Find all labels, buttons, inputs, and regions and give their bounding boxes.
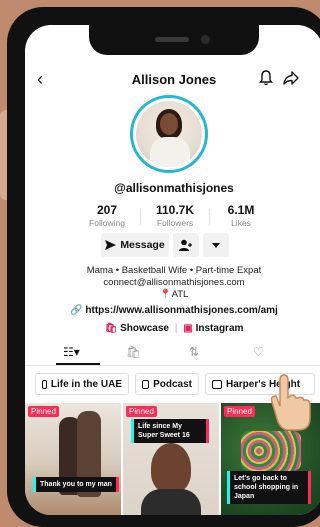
profile-header: ‹ Allison Jones xyxy=(25,69,320,93)
speaker-grille xyxy=(155,37,189,42)
playlist-icon xyxy=(212,379,222,389)
stat-likes[interactable]: 6.1M Likes xyxy=(211,203,271,228)
front-camera xyxy=(201,35,210,44)
stat-following-label: Following xyxy=(89,218,125,228)
liked-heart-icon[interactable]: ♡ xyxy=(253,345,264,359)
pinned-badge: Pinned xyxy=(126,406,157,417)
phone-frame: ‹ Allison Jones @allisonmathisjones 207 … xyxy=(7,7,320,527)
follow-person-button[interactable] xyxy=(173,233,199,257)
thumbnail-pattern xyxy=(241,431,301,471)
bio-location: 📍ATL xyxy=(25,289,320,301)
stat-following[interactable]: 207 Following xyxy=(77,203,137,228)
profile-actions: Message xyxy=(25,233,320,259)
thumbnail-figure xyxy=(151,443,191,493)
avatar-face xyxy=(160,113,178,135)
social-links: 🛍 Showcase | ▣ Instagram xyxy=(25,323,320,334)
stat-likes-value: 6.1M xyxy=(227,203,255,217)
profile-link[interactable]: 🔗 https://www.allisonmathisjones.com/amj xyxy=(25,305,320,316)
message-button-label: Message xyxy=(120,239,165,251)
video-thumbnail[interactable]: Pinned Life since My Super Sweet 16 xyxy=(123,403,219,515)
send-icon xyxy=(105,240,117,250)
social-divider: | xyxy=(174,323,178,334)
shop-bag-icon[interactable]: 🛍 xyxy=(126,345,141,359)
shopping-bag-icon: 🛍 xyxy=(104,323,118,334)
stat-divider xyxy=(140,209,141,225)
profile-bio: Mama • Basketball Wife • Part-time Expat… xyxy=(25,265,320,301)
profile-link-text: https://www.allisonmathisjones.com/amj xyxy=(85,305,278,316)
avatar-body xyxy=(150,137,190,167)
stat-followers[interactable]: 110.7K Followers xyxy=(145,203,205,228)
videos-grid-icon[interactable]: ☷▾ xyxy=(63,345,80,359)
avatar-photo xyxy=(136,101,202,167)
playlist-chip[interactable]: Life in the UAE xyxy=(35,373,129,395)
phone-screen: ‹ Allison Jones @allisonmathisjones 207 … xyxy=(25,25,320,515)
instagram-icon: ▣ xyxy=(183,323,193,334)
bio-line: Mama • Basketball Wife • Part-time Expat xyxy=(86,265,262,276)
repost-icon[interactable]: ⇅ xyxy=(189,345,199,359)
caret-down-icon xyxy=(212,242,220,248)
more-options-button[interactable] xyxy=(203,233,229,257)
pinned-badge: Pinned xyxy=(224,406,255,417)
hand-pointer-icon xyxy=(268,372,312,437)
stat-likes-label: Likes xyxy=(231,218,251,228)
showcase-link[interactable]: Showcase xyxy=(120,323,169,334)
link-icon: 🔗 xyxy=(70,305,83,316)
playlist-label: Podcast xyxy=(153,378,192,390)
video-caption: Life since My Super Sweet 16 xyxy=(131,419,209,443)
add-person-icon xyxy=(179,239,192,251)
bio-location-text: ATL xyxy=(171,289,189,300)
stat-following-value: 207 xyxy=(96,203,118,217)
pin-icon: 📍 xyxy=(159,289,172,300)
video-caption: Thank you to my man xyxy=(33,477,119,492)
pinned-badge: Pinned xyxy=(28,406,59,417)
stat-followers-label: Followers xyxy=(156,218,194,228)
bio-email: connect@allisonmathisjones.com xyxy=(103,277,245,288)
video-thumbnail[interactable]: Pinned Thank you to my man xyxy=(25,403,121,515)
stat-followers-value: 110.7K xyxy=(155,203,195,217)
profile-title: Allison Jones xyxy=(131,72,217,87)
instagram-link[interactable]: Instagram xyxy=(196,323,244,334)
playlist-icon xyxy=(42,379,47,389)
profile-stats: 207 Following 110.7K Followers 6.1M Like… xyxy=(25,203,320,233)
content-tabs: ☷▾ 🛍 ⇅ ♡ xyxy=(25,341,320,366)
playlist-label: Life in the UAE xyxy=(50,378,122,390)
thumbnail-figure xyxy=(141,489,201,515)
playlist-chip[interactable]: Podcast xyxy=(135,373,199,395)
playlist-icon xyxy=(142,379,150,389)
message-button[interactable]: Message xyxy=(101,233,169,257)
phone-notch xyxy=(89,25,259,55)
bell-icon[interactable] xyxy=(259,70,273,91)
avatar[interactable] xyxy=(130,95,208,173)
video-caption: Let's go back to school shopping in Japa… xyxy=(227,471,311,504)
profile-handle: @allisonmathisjones xyxy=(114,181,234,195)
active-tab-indicator xyxy=(56,363,100,365)
stat-divider xyxy=(209,209,210,225)
share-icon[interactable] xyxy=(283,70,299,91)
